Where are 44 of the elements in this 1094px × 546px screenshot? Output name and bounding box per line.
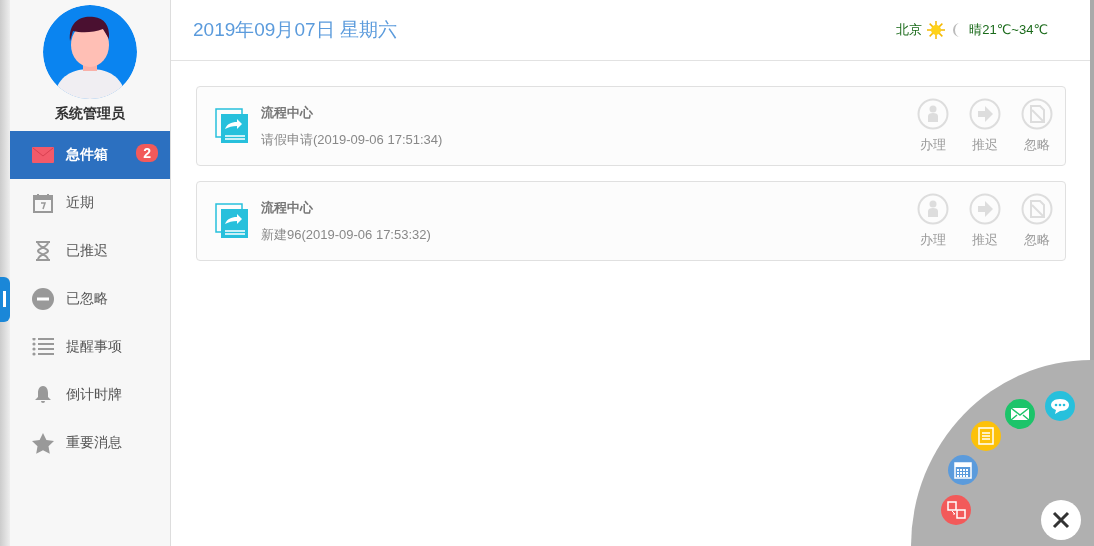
sun-icon [927,21,946,39]
action-button[interactable]: 办理 [917,98,949,154]
sidebar-item[interactable]: 重要消息 [10,419,170,467]
notepad-icon [976,426,996,446]
task-title: 请假申请(2019-09-06 17:51:34) [261,130,444,149]
side-handle[interactable] [0,277,10,322]
city-label: 北京 [896,21,923,39]
action-button[interactable]: 推迟 [969,98,1001,154]
sidebar-item[interactable]: 近期 [10,179,170,227]
task-source: 流程中心 [261,198,314,217]
calendar-icon [953,460,973,480]
windows-icon [946,500,966,520]
action-button[interactable]: 忽略 [1021,193,1053,249]
list-icon [32,338,54,356]
hourglass-icon [35,241,51,261]
action-button[interactable]: 忽略 [1021,98,1053,154]
sidebar-item[interactable]: 提醒事项 [10,323,170,371]
workflow-icon [215,108,249,144]
document-icon [1021,193,1053,225]
envelope-icon [32,147,54,163]
star-icon [32,432,54,454]
chat-bubble-icon [1050,396,1070,416]
sidebar-item[interactable]: 急件箱 2 [10,131,170,179]
bell-icon [34,385,52,405]
sidebar-item[interactable]: 倒计时牌 [10,371,170,419]
document-icon [1021,98,1053,130]
arrow-right-icon [969,98,1001,130]
sidebar-item[interactable]: 已推迟 [10,227,170,275]
calendar-icon [33,193,53,213]
action-button[interactable]: 办理 [917,193,949,249]
minus-circle-icon [32,288,54,310]
close-icon [1052,511,1070,529]
count-badge: 2 [136,144,158,162]
task-title: 新建96(2019-09-06 17:53:32) [261,225,432,244]
workflow-icon [215,203,249,239]
sidebar-item[interactable]: 已忽略 [10,275,170,323]
action-button[interactable]: 推迟 [969,193,1001,249]
user-name: 系统管理员 [54,105,126,123]
weather-forecast: 晴21℃~34℃ [969,21,1048,39]
arrow-right-icon [969,193,1001,225]
date-title: 2019年09月07日 星期六 [193,18,397,42]
person-icon [917,98,949,130]
task-source: 流程中心 [261,103,314,122]
person-icon [917,193,949,225]
